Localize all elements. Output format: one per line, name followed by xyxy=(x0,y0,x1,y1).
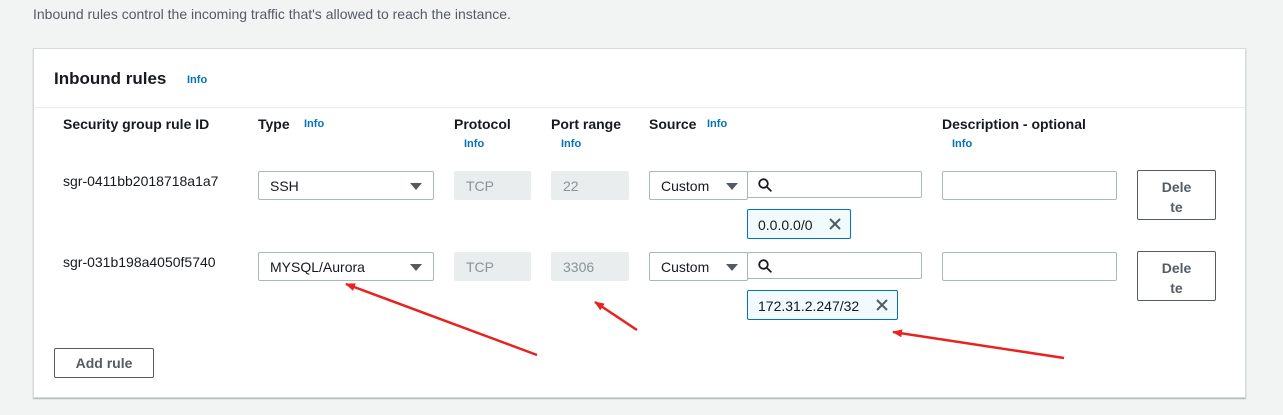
column-header-description: Description - optional xyxy=(942,116,1086,132)
delete-label-line1: Dele xyxy=(1161,179,1192,195)
port-range-field: 3306 xyxy=(551,252,629,281)
rule-id: sgr-0411bb2018718a1a7 xyxy=(63,173,219,189)
column-header-protocol: Protocol xyxy=(454,116,511,132)
type-select[interactable]: MYSQL/Aurora xyxy=(258,252,434,281)
protocol-info-link[interactable]: Info xyxy=(464,138,484,150)
source-token-label: 0.0.0.0/0 xyxy=(758,217,813,233)
type-select-value: SSH xyxy=(270,178,299,194)
delete-rule-button[interactable]: Dele te xyxy=(1137,251,1216,301)
delete-label-line2: te xyxy=(1170,280,1183,296)
port-range-field: 22 xyxy=(551,171,629,200)
column-header-source: Source xyxy=(649,116,697,132)
source-mode-select[interactable]: Custom xyxy=(649,171,748,200)
panel-info-link[interactable]: Info xyxy=(187,74,207,86)
delete-label-line1: Dele xyxy=(1161,260,1192,276)
search-icon xyxy=(758,259,772,273)
source-mode-value: Custom xyxy=(661,178,710,194)
source-mode-value: Custom xyxy=(661,259,710,275)
description-info-link[interactable]: Info xyxy=(952,138,972,150)
description-input[interactable] xyxy=(942,252,1117,281)
source-token: 0.0.0.0/0 xyxy=(747,209,851,239)
type-select-value: MYSQL/Aurora xyxy=(270,259,365,275)
inbound-rules-panel: Inbound rules Info Security group rule I… xyxy=(33,48,1246,398)
caret-down-icon xyxy=(410,264,422,271)
source-search-input[interactable] xyxy=(747,252,922,279)
source-mode-select[interactable]: Custom xyxy=(649,252,748,281)
close-icon[interactable] xyxy=(828,217,842,231)
caret-down-icon xyxy=(410,183,422,190)
protocol-field: TCP xyxy=(454,252,531,281)
delete-rule-button[interactable]: Dele te xyxy=(1137,170,1216,220)
rule-id: sgr-031b198a4050f5740 xyxy=(63,254,216,270)
search-icon xyxy=(758,178,772,192)
panel-title: Inbound rules xyxy=(54,69,167,88)
source-info-link[interactable]: Info xyxy=(707,118,727,130)
source-token: 172.31.2.247/32 xyxy=(747,290,898,320)
delete-label-line2: te xyxy=(1170,199,1183,215)
port-range-info-link[interactable]: Info xyxy=(561,138,581,150)
type-select[interactable]: SSH xyxy=(258,171,434,200)
page-description: Inbound rules control the incoming traff… xyxy=(33,6,511,22)
add-rule-button[interactable]: Add rule xyxy=(54,348,154,378)
type-info-link[interactable]: Info xyxy=(304,118,324,130)
close-icon[interactable] xyxy=(875,298,889,312)
caret-down-icon xyxy=(726,264,738,271)
panel-header: Inbound rules Info xyxy=(34,49,1245,108)
protocol-field: TCP xyxy=(454,171,531,200)
column-header-rule-id: Security group rule ID xyxy=(63,116,210,132)
column-header-port-range: Port range xyxy=(551,116,622,132)
source-token-label: 172.31.2.247/32 xyxy=(758,298,860,314)
caret-down-icon xyxy=(726,183,738,190)
description-input[interactable] xyxy=(942,171,1117,200)
column-header-type: Type xyxy=(258,116,290,132)
source-search-input[interactable] xyxy=(747,171,922,198)
